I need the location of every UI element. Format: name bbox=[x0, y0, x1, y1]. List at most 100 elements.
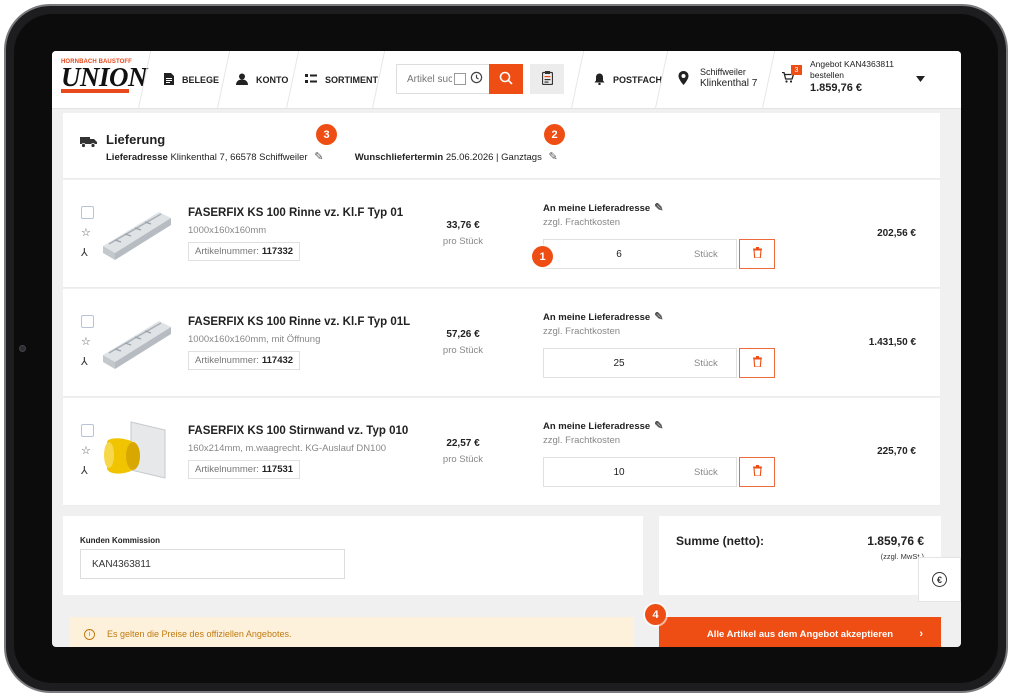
product-image-channel bbox=[103, 212, 171, 260]
delete-item-button[interactable] bbox=[739, 457, 775, 487]
article-number-label: Artikelnummer: bbox=[195, 464, 259, 475]
edit-shipping-icon[interactable]: ✎ bbox=[654, 202, 663, 214]
nav-label-sortiment: SORTIMENT bbox=[325, 75, 378, 85]
item-shipping-method[interactable]: An meine Lieferadresse ✎ bbox=[543, 419, 663, 432]
shipping-label: An meine Lieferadresse bbox=[543, 421, 651, 432]
nav-postfach[interactable]: POSTFACH bbox=[594, 51, 662, 109]
location-pin-icon bbox=[678, 71, 689, 88]
callout-badge-4: 4 bbox=[645, 604, 666, 625]
cart-summary[interactable]: Angebot KAN4363811 bestellen 1.859,76 € bbox=[810, 59, 910, 94]
document-icon bbox=[164, 72, 174, 88]
commission-input[interactable]: KAN4363811 bbox=[80, 549, 345, 579]
delivery-date-value: 25.06.2026 | Ganztags bbox=[445, 152, 542, 163]
chevron-right-icon: › bbox=[919, 628, 923, 640]
item-total: 225,70 € bbox=[877, 446, 916, 457]
item-dimensions: 160x214mm, m.waagrecht. KG-Auslauf DN100 bbox=[188, 443, 387, 454]
address-street: Klinkenthal 7 bbox=[700, 78, 758, 89]
info-text: Es gelten die Preise des offiziellen Ang… bbox=[107, 629, 292, 639]
quantity-value: 10 bbox=[613, 466, 625, 478]
pdf-icon[interactable]: ⅄ bbox=[81, 355, 88, 368]
delivery-address-selector[interactable]: Schiffweiler Klinkenthal 7 bbox=[700, 66, 757, 90]
delivery-address-label: Lieferadresse bbox=[106, 152, 168, 163]
nav-belege[interactable]: BELEGE bbox=[164, 51, 219, 109]
quantity-value: 25 bbox=[613, 357, 625, 369]
edit-date-icon[interactable]: ✎ bbox=[548, 151, 557, 163]
star-icon[interactable]: ☆ bbox=[81, 335, 91, 348]
cart-item-row: ☆ ⅄ FASERFIX KS 100 Rinne vz. Kl.F Typ 0… bbox=[63, 289, 940, 397]
item-shipping-method[interactable]: An meine Lieferadresse ✎ bbox=[543, 310, 663, 323]
item-name[interactable]: FASERFIX KS 100 Stirnwand vz. Typ 010 bbox=[188, 425, 408, 437]
clipboard-button[interactable] bbox=[530, 64, 564, 94]
edit-shipping-icon[interactable]: ✎ bbox=[654, 420, 663, 432]
item-name[interactable]: FASERFIX KS 100 Rinne vz. Kl.F Typ 01L bbox=[188, 316, 410, 328]
customer-commission-section: Kunden Kommission KAN4363811 bbox=[63, 516, 643, 595]
edit-address-icon[interactable]: ✎ bbox=[314, 151, 323, 163]
star-icon[interactable]: ☆ bbox=[81, 226, 91, 239]
nav-label-konto: KONTO bbox=[256, 75, 289, 85]
pdf-icon[interactable]: ⅄ bbox=[81, 246, 88, 259]
delete-item-button[interactable] bbox=[739, 239, 775, 269]
item-name[interactable]: FASERFIX KS 100 Rinne vz. Kl.F Typ 01 bbox=[188, 207, 403, 219]
quantity-input[interactable]: 6 Stück bbox=[543, 239, 737, 269]
item-checkbox[interactable] bbox=[81, 315, 94, 328]
search-icon bbox=[499, 71, 513, 88]
currency-toggle-button[interactable]: € bbox=[918, 557, 961, 602]
app-screen: HORNBACH BAUSTOFF UNION BELEGE KONTO SOR… bbox=[52, 51, 961, 647]
callout-badge-1: 1 bbox=[532, 246, 553, 267]
product-image-channel-opening bbox=[103, 321, 171, 369]
list-icon bbox=[305, 73, 317, 87]
item-total: 202,56 € bbox=[877, 228, 916, 239]
pdf-icon[interactable]: ⅄ bbox=[81, 464, 88, 477]
logo-wordmark: UNION bbox=[61, 62, 148, 92]
chevron-down-icon[interactable] bbox=[916, 74, 925, 85]
address-city: Schiffweiler bbox=[700, 67, 746, 77]
logo[interactable]: HORNBACH BAUSTOFF UNION bbox=[61, 59, 148, 97]
quantity-unit: Stück bbox=[694, 357, 718, 369]
nav-konto[interactable]: KONTO bbox=[236, 51, 288, 109]
delivery-section: Lieferung Lieferadresse Klinkenthal 7, 6… bbox=[63, 113, 940, 179]
item-article-number: Artikelnummer: 117432 bbox=[188, 351, 301, 370]
trash-icon bbox=[752, 465, 762, 479]
nav-sortiment[interactable]: SORTIMENT bbox=[305, 51, 378, 109]
item-unit-price: 22,57 € bbox=[446, 438, 480, 449]
commission-label: Kunden Kommission bbox=[80, 536, 161, 545]
search-input[interactable] bbox=[407, 73, 452, 85]
article-number-value: 117432 bbox=[261, 355, 294, 366]
accept-all-label: Alle Artikel aus dem Angebot akzeptieren bbox=[706, 628, 894, 640]
item-article-number: Artikelnummer: 117531 bbox=[188, 460, 301, 479]
edit-shipping-icon[interactable]: ✎ bbox=[654, 311, 663, 323]
star-icon[interactable]: ☆ bbox=[81, 444, 91, 457]
item-price-unit: pro Stück bbox=[442, 454, 484, 465]
item-freight-note: zzgl. Frachtkosten bbox=[543, 217, 621, 228]
search-checkbox[interactable] bbox=[454, 73, 466, 85]
item-checkbox[interactable] bbox=[81, 206, 94, 219]
clipboard-icon bbox=[541, 70, 553, 88]
delivery-address-value: Klinkenthal 7, 66578 Schiffweiler bbox=[170, 152, 308, 163]
product-image-end-wall bbox=[104, 421, 166, 479]
quantity-input[interactable]: 10 Stück bbox=[543, 457, 737, 487]
euro-icon: € bbox=[932, 572, 947, 587]
item-price-unit: pro Stück bbox=[442, 236, 484, 247]
delivery-title: Lieferung bbox=[106, 132, 166, 147]
header-divider bbox=[761, 51, 776, 109]
cart-item-row: ☆ ⅄ FASERFIX KS 100 Rinne vz. Kl.F Typ 0… bbox=[63, 180, 940, 288]
header: HORNBACH BAUSTOFF UNION BELEGE KONTO SOR… bbox=[52, 51, 961, 109]
cart-item-row: ☆ ⅄ FASERFIX KS 100 Stirnwand vz. Typ 01… bbox=[63, 398, 940, 506]
bell-icon bbox=[594, 73, 605, 88]
callout-badge-3: 3 bbox=[316, 124, 337, 145]
quantity-input[interactable]: 25 Stück bbox=[543, 348, 737, 378]
article-number-value: 117531 bbox=[261, 464, 294, 475]
quantity-value: 6 bbox=[616, 248, 622, 260]
item-shipping-method[interactable]: An meine Lieferadresse ✎ bbox=[543, 201, 663, 214]
item-freight-note: zzgl. Frachtkosten bbox=[543, 435, 621, 446]
article-number-label: Artikelnummer: bbox=[195, 355, 259, 366]
item-checkbox[interactable] bbox=[81, 424, 94, 437]
accept-all-button[interactable]: Alle Artikel aus dem Angebot akzeptieren… bbox=[659, 617, 941, 647]
item-freight-note: zzgl. Frachtkosten bbox=[543, 326, 621, 337]
quantity-unit: Stück bbox=[694, 248, 718, 260]
delete-item-button[interactable] bbox=[739, 348, 775, 378]
camera-icon bbox=[19, 345, 26, 352]
article-number-label: Artikelnummer: bbox=[195, 246, 259, 257]
search-button[interactable] bbox=[489, 64, 523, 94]
history-icon[interactable] bbox=[470, 71, 483, 87]
